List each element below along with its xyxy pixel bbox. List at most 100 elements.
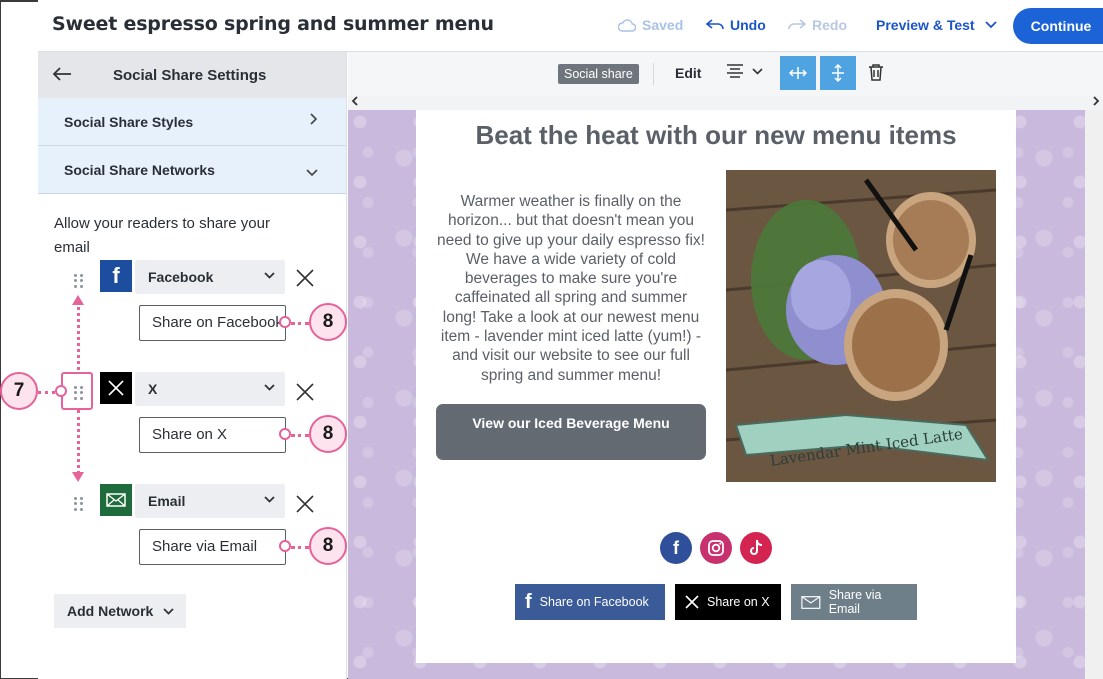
undo-icon xyxy=(706,19,724,30)
preview-test-button[interactable]: Preview & Test xyxy=(876,17,997,33)
add-network-label: Add Network xyxy=(67,603,154,619)
saved-label: Saved xyxy=(642,17,684,33)
panel-title: Social Share Settings xyxy=(113,67,267,84)
callout-line xyxy=(38,391,55,394)
drag-handle-icon[interactable] xyxy=(74,497,84,511)
settings-panel: Social Share Settings Social Share Style… xyxy=(38,52,347,679)
email-body-text[interactable]: Warmer weather is finally on the horizon… xyxy=(436,192,706,385)
email-content: Beat the heat with our new menu items Wa… xyxy=(416,110,1016,663)
facebook-icon: f xyxy=(100,260,132,292)
callout-8: 8 xyxy=(309,415,347,453)
saved-status: Saved xyxy=(618,17,683,33)
accordion-social-share-styles[interactable]: Social Share Styles xyxy=(38,98,346,146)
drag-arrow-down xyxy=(77,410,80,474)
cta-button[interactable]: View our Iced Beverage Menu xyxy=(436,404,706,460)
redo-label: Redo xyxy=(812,17,847,33)
share-text-input-facebook[interactable]: Share on Facebook xyxy=(139,305,286,341)
undo-button[interactable]: Undo xyxy=(706,17,766,33)
trash-icon[interactable] xyxy=(868,63,884,86)
share-text-input-email[interactable]: Share via Email xyxy=(139,529,286,565)
panel-header: Social Share Settings xyxy=(38,52,346,98)
align-center-icon xyxy=(727,64,743,78)
share-x-button[interactable]: Share on X xyxy=(675,584,781,620)
preview-label: Preview & Test xyxy=(876,17,975,33)
redo-button[interactable]: Redo xyxy=(788,17,847,33)
scroll-right-icon[interactable] xyxy=(1092,95,1100,109)
accordion-social-share-networks[interactable]: Social Share Networks xyxy=(38,146,346,194)
chevron-down-icon xyxy=(264,382,275,394)
continue-button[interactable]: Continue xyxy=(1013,8,1103,44)
remove-network-icon[interactable] xyxy=(296,382,314,406)
remove-network-icon[interactable] xyxy=(296,268,314,292)
instagram-icon[interactable] xyxy=(700,532,732,564)
block-type-tag: Social share xyxy=(558,64,639,84)
share-label: Share on X xyxy=(707,595,770,609)
toolbar-divider xyxy=(653,63,654,85)
network-select-x[interactable]: X xyxy=(135,372,285,406)
email-heading[interactable]: Beat the heat with our new menu items xyxy=(416,120,1016,151)
callout-anchor xyxy=(279,540,291,552)
accordion-label: Social Share Networks xyxy=(64,162,215,178)
email-icon xyxy=(801,595,821,609)
share-facebook-button[interactable]: f Share on Facebook xyxy=(515,584,665,620)
align-dropdown[interactable] xyxy=(726,64,763,78)
x-icon xyxy=(685,595,699,609)
email-editor: Social share Edit Beat the heat with our… xyxy=(348,52,1103,679)
back-arrow-icon[interactable] xyxy=(52,64,72,87)
share-label: Share via Email xyxy=(828,588,882,616)
callout-7: 7 xyxy=(0,372,38,410)
arrow-up-icon xyxy=(72,295,84,305)
drag-handle-icon[interactable] xyxy=(74,274,84,288)
callout-8: 8 xyxy=(309,303,347,341)
network-name: Email xyxy=(148,493,186,509)
block-toolbar: Social share Edit xyxy=(348,52,1103,96)
allow-share-text: Allow your readers to share your email xyxy=(54,215,270,256)
add-network-button[interactable]: Add Network xyxy=(54,594,186,628)
callout-8: 8 xyxy=(309,527,347,565)
chevron-down-icon xyxy=(984,21,997,29)
chevron-down-icon xyxy=(163,607,174,615)
share-email-button[interactable]: Share via Email xyxy=(791,584,917,620)
email-icon xyxy=(100,484,132,516)
network-name: X xyxy=(148,381,158,397)
chevron-right-icon xyxy=(310,112,318,128)
cloud-icon xyxy=(618,18,636,32)
callout-anchor xyxy=(279,428,291,440)
share-buttons-row: f Share on Facebook Share on X Share via… xyxy=(515,584,917,620)
facebook-icon: f xyxy=(525,590,532,613)
chevron-down-icon xyxy=(264,270,275,282)
campaign-title: Sweet espresso spring and summer menu xyxy=(52,13,494,35)
network-select-facebook[interactable]: Facebook xyxy=(135,260,285,294)
network-select-email[interactable]: Email xyxy=(135,484,285,518)
chevron-down-icon xyxy=(264,494,275,506)
remove-network-icon[interactable] xyxy=(296,494,314,518)
padding-button[interactable] xyxy=(820,56,856,90)
vertical-scrollbar[interactable] xyxy=(1085,110,1103,679)
facebook-icon[interactable]: f xyxy=(660,532,692,564)
expand-vertical-icon xyxy=(832,64,844,82)
full-width-button[interactable] xyxy=(780,56,816,90)
share-label: Share on Facebook xyxy=(539,595,649,609)
share-text-input-x[interactable]: Share on X xyxy=(139,417,286,453)
expand-horizontal-icon xyxy=(789,67,807,79)
accordion-label: Social Share Styles xyxy=(64,114,194,130)
callout-anchor xyxy=(279,316,291,328)
callout-line xyxy=(291,322,309,325)
callout-line xyxy=(291,546,309,549)
latte-photo[interactable]: Lavendar Mint Iced Latte xyxy=(726,170,996,482)
undo-label: Undo xyxy=(730,17,766,33)
network-name: Facebook xyxy=(148,269,214,285)
top-bar: Sweet espresso spring and summer menu Sa… xyxy=(38,0,1103,52)
tiktok-icon[interactable] xyxy=(740,532,772,564)
scroll-left-icon[interactable] xyxy=(351,95,359,109)
chevron-down-icon xyxy=(306,164,318,180)
callout-anchor xyxy=(55,385,67,397)
redo-icon xyxy=(788,19,806,30)
x-icon xyxy=(100,372,132,404)
edit-button[interactable]: Edit xyxy=(675,65,701,81)
callout-line xyxy=(291,434,309,437)
social-icons-row: f xyxy=(660,532,772,564)
latte-illustration: Lavendar Mint Iced Latte xyxy=(726,170,996,482)
drag-arrow-up xyxy=(77,302,80,370)
chevron-down-icon xyxy=(752,67,763,75)
